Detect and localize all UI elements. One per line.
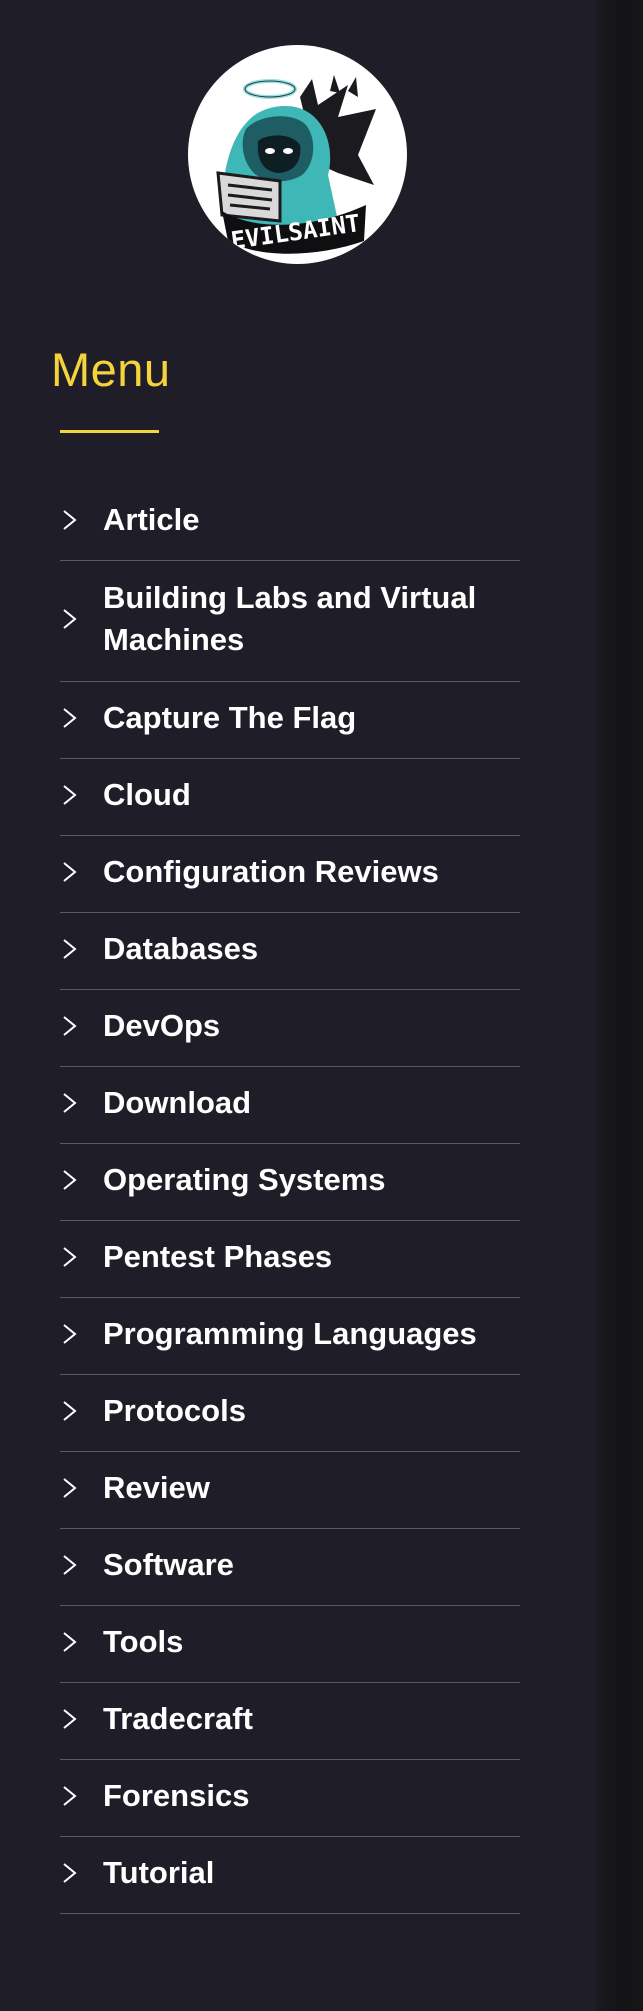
chevron-right-icon	[62, 784, 77, 806]
menu-item-label: Protocols	[103, 1393, 246, 1428]
menu-item-cloud[interactable]: Cloud	[60, 759, 520, 836]
menu-item-review[interactable]: Review	[60, 1452, 520, 1529]
menu-item-label: Forensics	[103, 1778, 250, 1813]
menu-item-label: Cloud	[103, 777, 191, 812]
chevron-right-icon	[62, 938, 77, 960]
menu-item-label: DevOps	[103, 1008, 221, 1043]
menu-item-pentest-phases[interactable]: Pentest Phases	[60, 1221, 520, 1298]
menu-item-label: Review	[103, 1470, 210, 1505]
menu-item-label: Building Labs and Virtual Machines	[103, 580, 477, 657]
menu-item-building-labs[interactable]: Building Labs and Virtual Machines	[60, 561, 520, 682]
menu-item-capture-the-flag[interactable]: Capture The Flag	[60, 682, 520, 759]
page-edge-shadow	[596, 0, 643, 2011]
menu-item-label: Capture The Flag	[103, 700, 357, 735]
menu-item-databases[interactable]: Databases	[60, 913, 520, 990]
menu-item-label: Software	[103, 1547, 234, 1582]
chevron-right-icon	[62, 1092, 77, 1114]
menu-item-label: Programming Languages	[103, 1316, 477, 1351]
menu-item-label: Operating Systems	[103, 1162, 386, 1197]
chevron-right-icon	[62, 1785, 77, 1807]
menu-item-label: Download	[103, 1085, 252, 1120]
evilsaint-logo-icon: EVILSAINT	[216, 75, 376, 255]
menu-item-tradecraft[interactable]: Tradecraft	[60, 1683, 520, 1760]
chevron-right-icon	[62, 861, 77, 883]
chevron-right-icon	[62, 1708, 77, 1730]
menu-item-tools[interactable]: Tools	[60, 1606, 520, 1683]
site-logo[interactable]: EVILSAINT	[188, 45, 407, 264]
menu-item-operating-systems[interactable]: Operating Systems	[60, 1144, 520, 1221]
chevron-right-icon	[62, 1015, 77, 1037]
chevron-right-icon	[62, 608, 77, 630]
menu-item-label: Tradecraft	[103, 1701, 253, 1736]
menu-item-label: Configuration Reviews	[103, 854, 439, 889]
menu-item-label: Article	[103, 502, 200, 537]
menu-item-label: Tools	[103, 1624, 184, 1659]
menu-item-article[interactable]: Article	[60, 484, 520, 561]
menu-item-label: Pentest Phases	[103, 1239, 333, 1274]
menu-item-label: Databases	[103, 931, 259, 966]
menu-item-tutorial[interactable]: Tutorial	[60, 1837, 520, 1914]
chevron-right-icon	[62, 1554, 77, 1576]
menu-item-forensics[interactable]: Forensics	[60, 1760, 520, 1837]
chevron-right-icon	[62, 1323, 77, 1345]
menu-item-programming-languages[interactable]: Programming Languages	[60, 1298, 520, 1375]
page: EVILSAINT Menu Article Building Labs and…	[0, 0, 643, 2011]
sidebar-panel: EVILSAINT Menu Article Building Labs and…	[0, 0, 596, 2011]
menu-item-label: Tutorial	[103, 1855, 215, 1890]
menu-heading: Menu	[51, 343, 171, 396]
chevron-right-icon	[62, 1169, 77, 1191]
chevron-right-icon	[62, 1862, 77, 1884]
chevron-right-icon	[62, 1246, 77, 1268]
menu-heading-underline	[60, 430, 159, 433]
chevron-right-icon	[62, 1631, 77, 1653]
menu-item-software[interactable]: Software	[60, 1529, 520, 1606]
chevron-right-icon	[62, 1477, 77, 1499]
menu-item-download[interactable]: Download	[60, 1067, 520, 1144]
menu-item-configuration-reviews[interactable]: Configuration Reviews	[60, 836, 520, 913]
menu-item-devops[interactable]: DevOps	[60, 990, 520, 1067]
category-menu: Article Building Labs and Virtual Machin…	[60, 484, 520, 1914]
chevron-right-icon	[62, 707, 77, 729]
chevron-right-icon	[62, 509, 77, 531]
menu-item-protocols[interactable]: Protocols	[60, 1375, 520, 1452]
chevron-right-icon	[62, 1400, 77, 1422]
